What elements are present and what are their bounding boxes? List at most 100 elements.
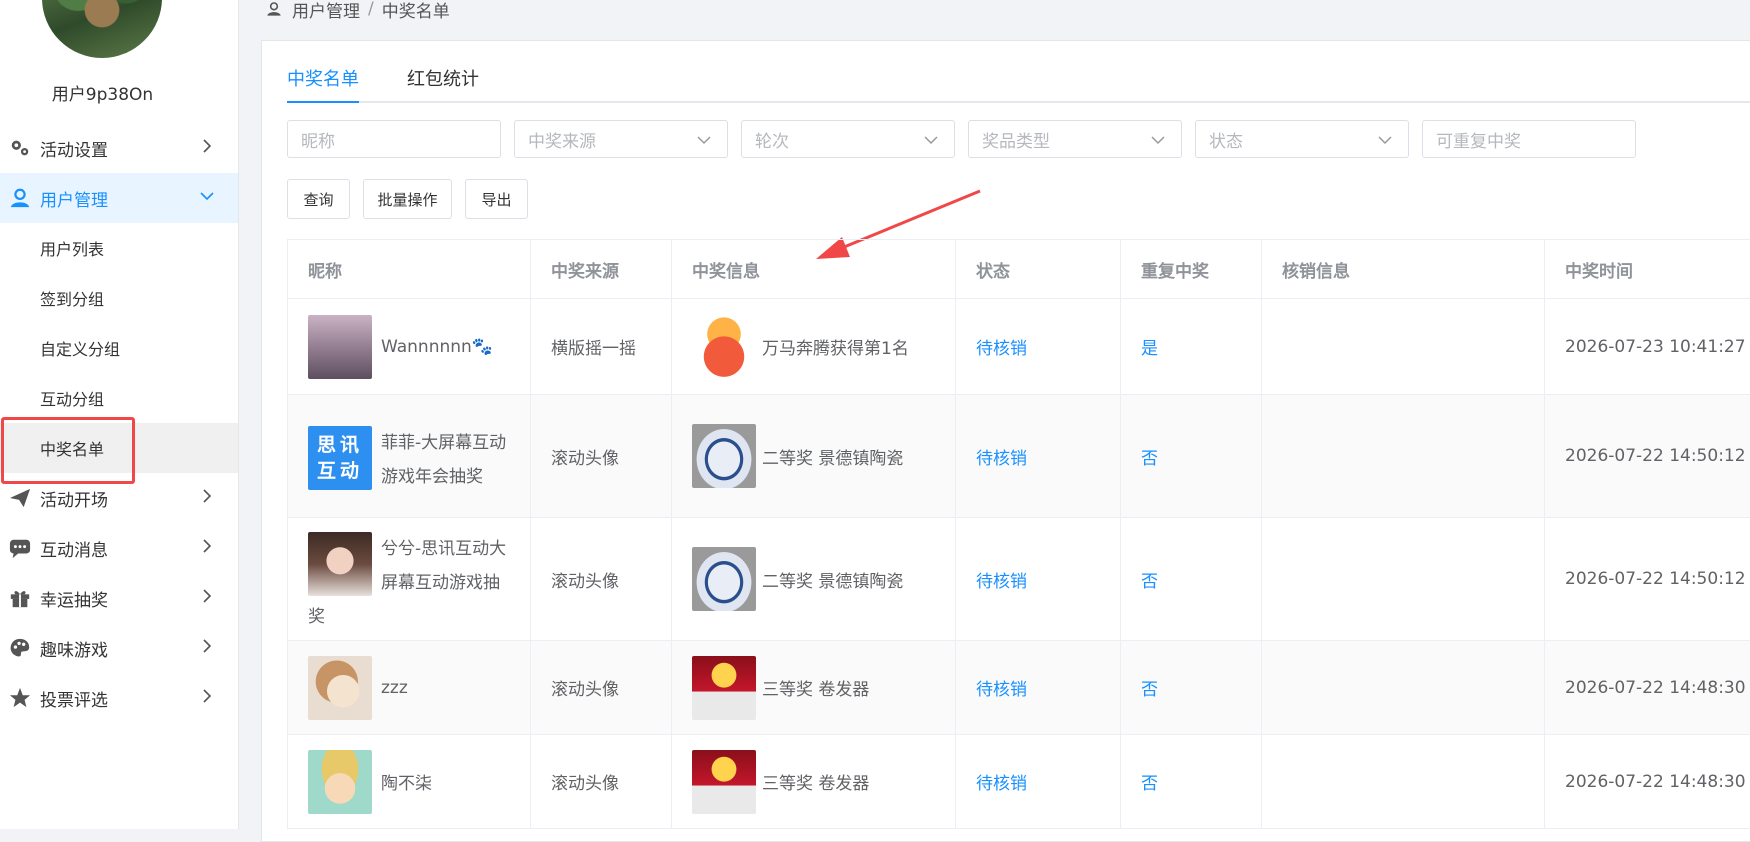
header-source: 中奖来源 [531, 240, 672, 298]
cell-status[interactable]: 待核销 [956, 395, 1121, 517]
cell-verify [1262, 299, 1545, 394]
prize-info: 二等奖 景德镇陶瓷 [692, 424, 903, 488]
cell-nickname: 陶不柒 [288, 735, 531, 828]
gift-icon [0, 587, 40, 609]
user-manage-icon [0, 187, 40, 209]
cell-time: 2026-07-22 14:50:12 [1565, 446, 1746, 466]
cell-status[interactable]: 待核销 [956, 299, 1121, 394]
round-select[interactable]: 轮次 [741, 120, 955, 158]
menu-label: 投票评选 [40, 690, 108, 711]
header-prize: 中奖信息 [672, 240, 956, 298]
repeat-placeholder: 可重复中奖 [1436, 131, 1521, 152]
cell-source: 滚动头像 [531, 395, 672, 517]
avatar [308, 655, 372, 720]
cell-verify [1262, 735, 1545, 828]
prize-info: 万马奔腾获得第1名 [692, 314, 909, 379]
status-select[interactable]: 状态 [1195, 120, 1409, 158]
tab-bar: 中奖名单 红包统计 [287, 65, 1750, 103]
nickname-text: zzz [381, 677, 408, 698]
repeat-select[interactable]: 可重复中奖 [1422, 120, 1636, 158]
gears-icon [0, 137, 40, 159]
header-nickname: 昵称 [288, 240, 531, 298]
table-row: zzz 滚动头像 三等奖 卷发器 待核销 否 2026-07-22 14:48:… [288, 641, 1750, 735]
round-placeholder: 轮次 [755, 131, 789, 152]
breadcrumb-parent[interactable]: 用户管理 [292, 0, 360, 22]
chevron-right-icon [203, 139, 212, 153]
gift-box-image [692, 749, 756, 814]
menu-item-activity-settings[interactable]: 活动设置 [0, 123, 238, 173]
chevron-down-icon [924, 136, 938, 145]
sidebar: 用户9p38On 活动设置 用户管理 用户列表 签到分组 自定义分组 互动分组 … [0, 0, 239, 829]
prize-text: 三等奖 卷发器 [762, 680, 870, 700]
menu-label: 互动消息 [40, 540, 108, 561]
porcelain-vase-image [692, 424, 756, 488]
menu-item-lottery[interactable]: 幸运抽奖 [0, 573, 238, 623]
tab-winner-list[interactable]: 中奖名单 [287, 65, 359, 103]
table-row: 兮兮-思讯互动大屏幕互动游戏抽奖 滚动头像 二等奖 景德镇陶瓷 待核销 否 20… [288, 518, 1750, 641]
cell-status[interactable]: 待核销 [956, 735, 1121, 828]
chevron-right-icon [203, 539, 212, 553]
submenu-custom-group[interactable]: 自定义分组 [0, 323, 238, 373]
prize-type-placeholder: 奖品类型 [982, 131, 1050, 152]
cell-source: 横版摇一摇 [531, 299, 672, 394]
paper-plane-icon [0, 487, 40, 509]
avatar [308, 314, 372, 379]
cell-verify [1262, 395, 1545, 517]
prize-text: 二等奖 景德镇陶瓷 [762, 448, 904, 469]
chevron-down-icon [697, 136, 711, 145]
menu-label: 活动设置 [40, 140, 108, 161]
source-select[interactable]: 中奖来源 [514, 120, 728, 158]
submenu-user-list[interactable]: 用户列表 [0, 223, 238, 273]
cell-repeat: 否 [1121, 518, 1262, 640]
breadcrumb: 用户管理 / 中奖名单 [266, 0, 450, 22]
chevron-right-icon [203, 589, 212, 603]
prize-type-select[interactable]: 奖品类型 [968, 120, 1182, 158]
prize-info: 二等奖 景德镇陶瓷 [692, 547, 903, 611]
prize-text: 二等奖 景德镇陶瓷 [762, 571, 904, 592]
porcelain-vase-image [692, 547, 756, 611]
breadcrumb-separator: / [368, 0, 374, 19]
breadcrumb-current: 中奖名单 [381, 1, 450, 22]
filter-bar: 昵称 中奖来源 轮次 奖品类型 状态 可重复中奖 [287, 120, 1649, 158]
menu-label: 用户管理 [40, 190, 108, 211]
cell-source: 滚动头像 [531, 518, 672, 640]
cell-prize: 三等奖 卷发器 [672, 641, 956, 734]
palette-icon [0, 637, 40, 659]
nickname-wrap: 兮兮-思讯互动大屏幕互动游戏抽奖 [308, 524, 510, 634]
source-placeholder: 中奖来源 [528, 131, 596, 152]
cell-verify [1262, 518, 1545, 640]
table-row: Wannnnnn🐾 横版摇一摇 万马奔腾获得第1名 待核销 是 2026-07-… [288, 299, 1750, 395]
menu-item-games[interactable]: 趣味游戏 [0, 623, 238, 673]
menu-item-messages[interactable]: 互动消息 [0, 523, 238, 573]
cell-prize: 二等奖 景德镇陶瓷 [672, 395, 956, 517]
chevron-right-icon [203, 489, 212, 503]
menu-label: 活动开场 [40, 490, 108, 511]
export-button[interactable]: 导出 [465, 179, 528, 219]
menu-item-user-management[interactable]: 用户管理 [0, 173, 238, 223]
header-repeat: 重复中奖 [1121, 240, 1262, 298]
submenu-interact-group[interactable]: 互动分组 [0, 373, 238, 423]
cell-status[interactable]: 待核销 [956, 641, 1121, 734]
prize-info: 三等奖 卷发器 [692, 655, 870, 720]
header-time: 中奖时间 [1565, 261, 1633, 282]
chat-icon [0, 537, 40, 559]
submenu-checkin-group[interactable]: 签到分组 [0, 273, 238, 323]
winner-table: 昵称 中奖来源 中奖信息 状态 重复中奖 核销信息 中奖时间 Wannnnnn🐾… [287, 239, 1750, 829]
content-card: 中奖名单 红包统计 昵称 中奖来源 轮次 奖品类型 状态 可重复中奖 查询 批量… [261, 40, 1750, 842]
cell-prize: 二等奖 景德镇陶瓷 [672, 518, 956, 640]
avatar: 思讯互动 [308, 426, 372, 490]
cell-nickname: Wannnnnn🐾 [288, 299, 531, 394]
avatar[interactable] [42, 0, 162, 58]
batch-button[interactable]: 批量操作 [363, 179, 452, 219]
tab-redpacket-stats[interactable]: 红包统计 [407, 65, 479, 101]
table-row: 陶不柒 滚动头像 三等奖 卷发器 待核销 否 2026-07-22 14:48:… [288, 735, 1750, 829]
cell-status[interactable]: 待核销 [956, 518, 1121, 640]
nickname-input[interactable]: 昵称 [287, 120, 501, 158]
cell-prize: 三等奖 卷发器 [672, 735, 956, 828]
menu-item-voting[interactable]: 投票评选 [0, 673, 238, 723]
username: 用户9p38On [51, 85, 154, 105]
menu-label: 幸运抽奖 [40, 590, 108, 611]
user-manage-icon [267, 2, 281, 16]
nickname-text: Wannnnnn🐾 [381, 336, 493, 357]
query-button[interactable]: 查询 [287, 179, 350, 219]
